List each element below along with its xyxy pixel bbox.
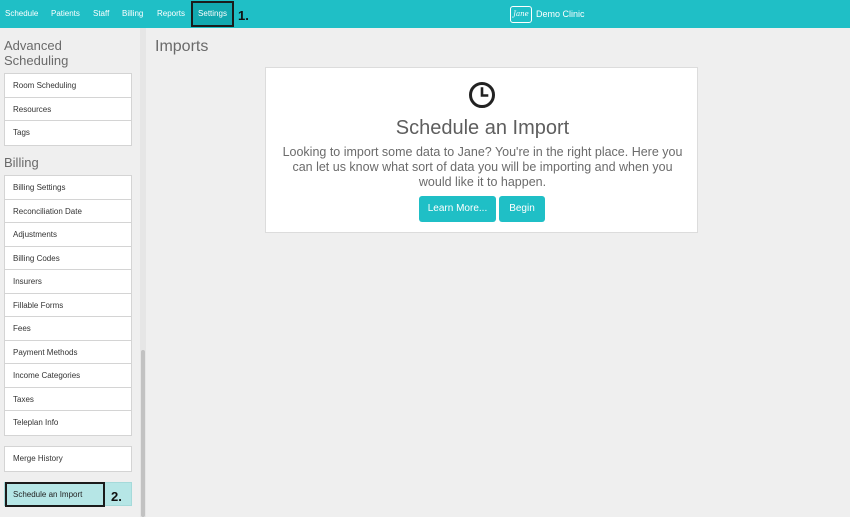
learn-more-button[interactable]: Learn More... [419, 196, 496, 222]
sidebar-item-taxes[interactable]: Taxes [5, 388, 131, 411]
nav-schedule[interactable]: Schedule [5, 0, 38, 28]
billing-list: Billing Settings Reconciliation Date Adj… [4, 175, 132, 436]
top-navigation-bar: Schedule Patients Staff Billing Reports … [0, 0, 850, 28]
clinic-name: Demo Clinic [536, 9, 585, 19]
section-heading-billing: Billing [4, 155, 39, 170]
page-title: Imports [155, 38, 209, 55]
nav-staff[interactable]: Staff [93, 0, 109, 28]
settings-sidebar: Advanced Scheduling Room Scheduling Reso… [0, 28, 140, 517]
nav-settings[interactable]: Settings [191, 1, 234, 27]
sidebar-item-reconciliation-date[interactable]: Reconciliation Date [5, 200, 131, 223]
schedule-import-card: Schedule an Import Looking to import som… [265, 67, 698, 233]
sidebar-item-tags[interactable]: Tags [5, 121, 131, 145]
sidebar-item-adjustments[interactable]: Adjustments [5, 223, 131, 247]
merge-history-list: Merge History [4, 446, 132, 472]
sidebar-item-payment-methods[interactable]: Payment Methods [5, 341, 131, 364]
sidebar-item-income-categories[interactable]: Income Categories [5, 364, 131, 388]
section-heading-advanced-scheduling: Advanced Scheduling [4, 38, 69, 68]
sidebar-item-teleplan-info[interactable]: Teleplan Info [5, 411, 131, 435]
clock-icon [469, 82, 495, 108]
step-annotation-1: 1. [238, 8, 249, 23]
step-annotation-2: 2. [111, 489, 122, 504]
brand[interactable]: Jane Demo Clinic [510, 4, 585, 24]
sidebar-item-room-scheduling[interactable]: Room Scheduling [5, 74, 131, 98]
sidebar-scrollbar[interactable] [140, 28, 146, 517]
nav-reports[interactable]: Reports [157, 0, 185, 28]
card-title: Schedule an Import [395, 117, 570, 139]
sidebar-item-billing-codes[interactable]: Billing Codes [5, 247, 131, 270]
advanced-scheduling-list: Room Scheduling Resources Tags [4, 73, 132, 146]
scrollbar-thumb[interactable] [141, 350, 145, 517]
sidebar-item-billing-settings[interactable]: Billing Settings [5, 176, 131, 200]
nav-patients[interactable]: Patients [51, 0, 80, 28]
sidebar-item-insurers[interactable]: Insurers [5, 270, 131, 294]
sidebar-item-fillable-forms[interactable]: Fillable Forms [5, 294, 131, 317]
sidebar-item-merge-history[interactable]: Merge History [5, 447, 131, 471]
sidebar-item-resources[interactable]: Resources [5, 98, 131, 121]
jane-logo: Jane [510, 5, 532, 23]
begin-button[interactable]: Begin [499, 196, 545, 222]
nav-billing[interactable]: Billing [122, 0, 143, 28]
sidebar-item-schedule-an-import[interactable]: Schedule an Import [5, 482, 105, 507]
sidebar-item-fees[interactable]: Fees [5, 317, 131, 341]
card-description: Looking to import some data to Jane? You… [282, 145, 683, 189]
